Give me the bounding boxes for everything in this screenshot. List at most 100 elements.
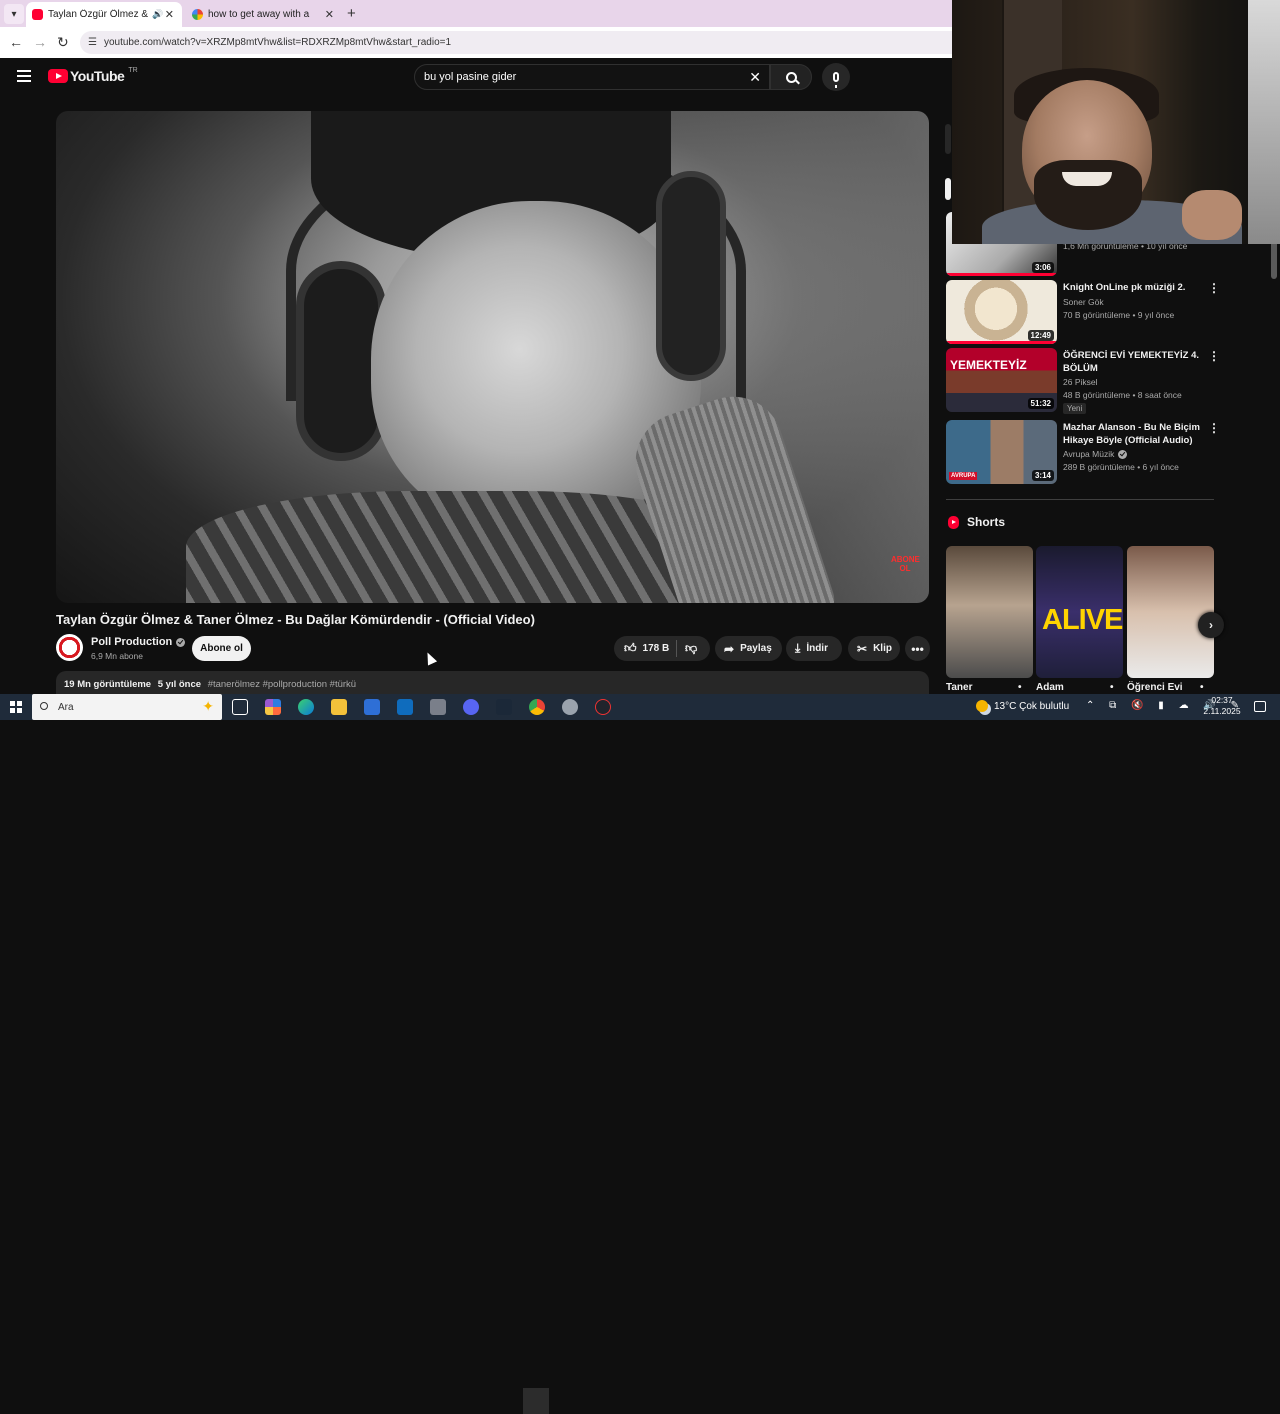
outlook-icon[interactable] bbox=[397, 699, 413, 715]
search-button[interactable] bbox=[770, 64, 812, 90]
logo-text: YouTube bbox=[70, 68, 125, 84]
active-app-highlight bbox=[523, 1388, 549, 1414]
steam-icon[interactable] bbox=[496, 699, 512, 715]
more-actions-button[interactable]: ••• bbox=[905, 636, 930, 661]
share-button[interactable]: ➦ Paylaş bbox=[715, 636, 782, 661]
tab-youtube[interactable]: Taylan Özgür Ölmez & Tane 🔊 ✕ bbox=[26, 2, 182, 27]
site-info-icon[interactable]: ☰ bbox=[88, 37, 97, 48]
close-tab-icon[interactable]: ✕ bbox=[325, 8, 334, 21]
country-code: TR bbox=[128, 66, 138, 74]
notification-icon[interactable] bbox=[1254, 701, 1266, 712]
list-item[interactable]: YEMEKTEYİZ 51:32 ÖĞRENCİ EVİ YEMEKTEYİZ … bbox=[946, 348, 1220, 414]
short-separator: • bbox=[1200, 682, 1204, 693]
channel-name: Soner Gök bbox=[1063, 297, 1104, 307]
divider bbox=[946, 499, 1214, 500]
video-meta: 289 B görüntüleme • 6 yıl önce bbox=[1063, 462, 1179, 472]
windows-start-icon[interactable] bbox=[10, 701, 22, 713]
channel-name: 26 Piksel bbox=[1063, 377, 1098, 387]
thumbnail-text: AVRUPA bbox=[949, 472, 978, 480]
clock-time: 02:37 bbox=[1211, 695, 1233, 705]
back-icon[interactable]: ← bbox=[9, 34, 23, 50]
description-box[interactable]: 19 Mn görüntüleme 5 yıl önce #tanerölmez… bbox=[56, 671, 929, 696]
channel-name-text: Avrupa Müzik bbox=[1063, 449, 1115, 459]
kebab-menu-icon[interactable]: ⋮ bbox=[1208, 349, 1220, 363]
subscribe-watermark: ABONE OL bbox=[891, 555, 920, 573]
new-tab-button[interactable]: + bbox=[347, 5, 356, 22]
video-thumbnail: AVRUPA 3:14 bbox=[946, 420, 1057, 484]
like-button[interactable]: 👍︎ 178 B bbox=[614, 640, 677, 657]
url-field[interactable]: ☰ youtube.com/watch?v=XRZMp8mtVhw&list=R… bbox=[80, 31, 952, 54]
short-separator: • bbox=[1018, 682, 1022, 693]
app-icon[interactable] bbox=[562, 699, 578, 715]
short-thumbnail[interactable] bbox=[1127, 546, 1214, 678]
next-shorts-button[interactable]: › bbox=[1198, 612, 1224, 638]
weather-icon bbox=[976, 700, 988, 712]
voice-search-button[interactable] bbox=[822, 63, 850, 91]
app-icon[interactable] bbox=[430, 699, 446, 715]
youtube-play-icon bbox=[48, 69, 68, 83]
url-text: youtube.com/watch?v=XRZMp8mtVhw&list=RDX… bbox=[103, 37, 452, 48]
clock[interactable]: 02:37 2.11.2025 bbox=[1202, 695, 1242, 717]
subscriber-count: 6,9 Mn abone bbox=[91, 651, 143, 661]
channel-avatar[interactable] bbox=[56, 634, 83, 661]
short-thumbnail[interactable] bbox=[946, 546, 1033, 678]
chrome-icon[interactable] bbox=[529, 699, 545, 715]
short-separator: • bbox=[1110, 682, 1114, 693]
taskbar-search-input[interactable]: Ara ✦ bbox=[32, 694, 222, 720]
upload-age: 5 yıl önce bbox=[157, 679, 202, 690]
video-thumbnail: 12:49 bbox=[946, 280, 1057, 344]
search-value: bu yol pasine gider bbox=[424, 71, 517, 83]
download-button[interactable]: ⤓ İndir bbox=[786, 636, 842, 661]
close-tab-icon[interactable]: ✕ bbox=[165, 8, 174, 21]
store-icon[interactable] bbox=[364, 699, 380, 715]
google-favicon-icon bbox=[192, 9, 203, 20]
share-label: Paylaş bbox=[740, 643, 772, 654]
dislike-button[interactable]: 👎︎ bbox=[677, 641, 703, 656]
streamer-beard bbox=[1034, 160, 1142, 230]
hashtags[interactable]: #tanerölmez #pollproduction #türkü bbox=[208, 679, 356, 690]
video-meta: 70 B görüntüleme • 9 yıl önce bbox=[1063, 310, 1175, 320]
browser-tab-bar: ▾ Taylan Özgür Ölmez & Tane 🔊 ✕ how to g… bbox=[0, 0, 952, 27]
menu-icon[interactable] bbox=[17, 70, 31, 82]
short-title[interactable]: Taner bbox=[946, 682, 973, 693]
youtube-logo[interactable]: YouTube TR bbox=[48, 66, 138, 84]
list-item[interactable]: 12:49 Knight OnLine pk müziği 2. Soner G… bbox=[946, 280, 1220, 344]
search-input[interactable]: bu yol pasine gider ✕ bbox=[414, 64, 770, 90]
copilot-icon[interactable] bbox=[265, 699, 281, 715]
file-explorer-icon[interactable] bbox=[331, 699, 347, 715]
reload-icon[interactable]: ↻ bbox=[57, 34, 69, 51]
audio-playing-icon[interactable]: 🔊 bbox=[152, 9, 163, 20]
tab-search-icon[interactable]: ▾ bbox=[4, 4, 24, 24]
weather-widget[interactable]: 13°C Çok bulutlu bbox=[976, 700, 1069, 712]
forward-icon[interactable]: → bbox=[33, 34, 47, 50]
search-icon bbox=[40, 702, 48, 710]
task-view-icon[interactable] bbox=[232, 699, 248, 715]
shorts-title: Shorts bbox=[967, 515, 1006, 529]
watch-progress-bar bbox=[946, 341, 1057, 344]
like-count: 178 B bbox=[642, 643, 670, 654]
discord-icon[interactable] bbox=[463, 699, 479, 715]
video-player[interactable]: ABONE OL bbox=[56, 111, 929, 603]
channel-name-text: Poll Production bbox=[91, 636, 173, 648]
edge-icon[interactable] bbox=[298, 699, 314, 715]
video-title: Taylan Özgür Ölmez & Taner Ölmez - Bu Da… bbox=[56, 612, 535, 627]
new-badge: Yeni bbox=[1063, 403, 1087, 414]
short-thumbnail[interactable]: ALIVE bbox=[1036, 546, 1123, 678]
channel-name[interactable]: Poll Production bbox=[91, 636, 186, 648]
video-meta: 48 B görüntüleme • 8 saat önce bbox=[1063, 390, 1182, 400]
clip-button[interactable]: ✂ Klip bbox=[848, 636, 900, 661]
short-title[interactable]: Öğrenci Evi bbox=[1127, 682, 1183, 693]
duration-badge: 51:32 bbox=[1027, 398, 1054, 409]
view-count: 19 Mn görüntüleme bbox=[64, 679, 152, 690]
clear-search-icon[interactable]: ✕ bbox=[749, 69, 761, 86]
tab-google[interactable]: how to get away with a murder ✕ bbox=[186, 2, 342, 27]
kebab-menu-icon[interactable]: ⋮ bbox=[1208, 421, 1220, 435]
list-item[interactable]: AVRUPA 3:14 Mazhar Alanson - Bu Ne Biçim… bbox=[946, 420, 1220, 484]
sidebar-chip-edge bbox=[945, 178, 951, 200]
subscribe-button[interactable]: Abone ol bbox=[192, 636, 251, 661]
kebab-menu-icon[interactable]: ⋮ bbox=[1208, 281, 1220, 295]
sidebar-panel-edge bbox=[945, 124, 951, 154]
obs-icon[interactable] bbox=[595, 699, 611, 715]
short-title[interactable]: Adam bbox=[1036, 682, 1064, 693]
video-title: ÖĞRENCİ EVİ YEMEKTEYİZ 4. BÖLÜM bbox=[1063, 350, 1200, 374]
